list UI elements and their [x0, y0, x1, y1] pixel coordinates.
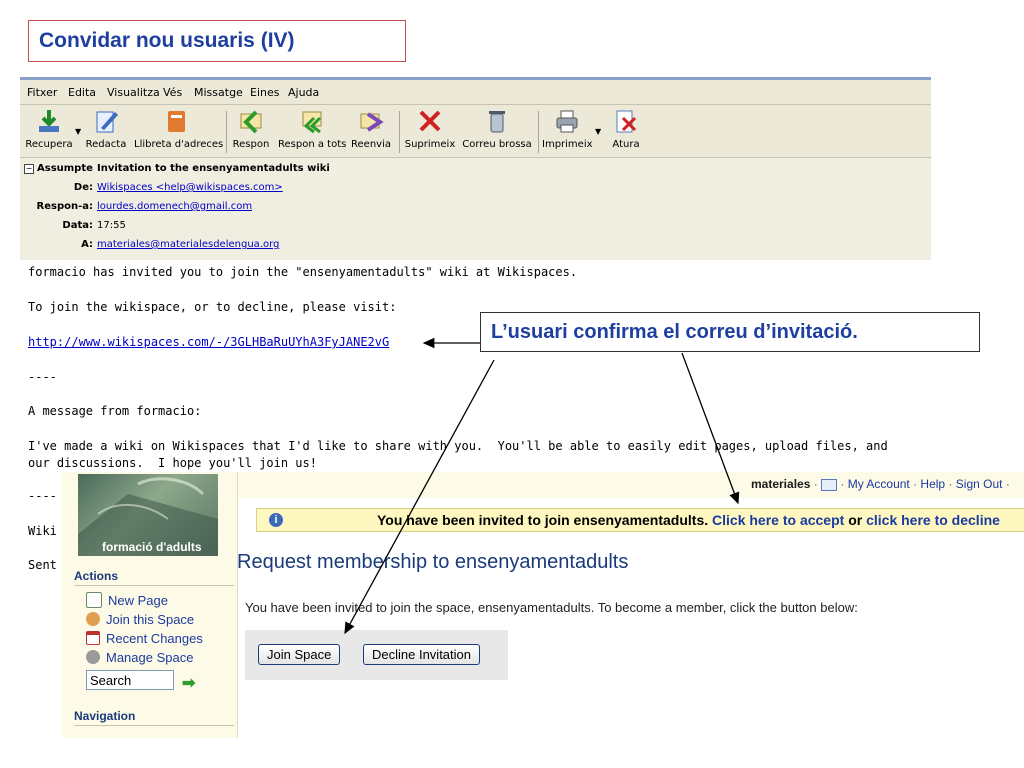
arrow-to-join-button [344, 359, 495, 635]
annotation-arrows [344, 337, 740, 635]
arrow-to-accept-link [681, 352, 740, 505]
